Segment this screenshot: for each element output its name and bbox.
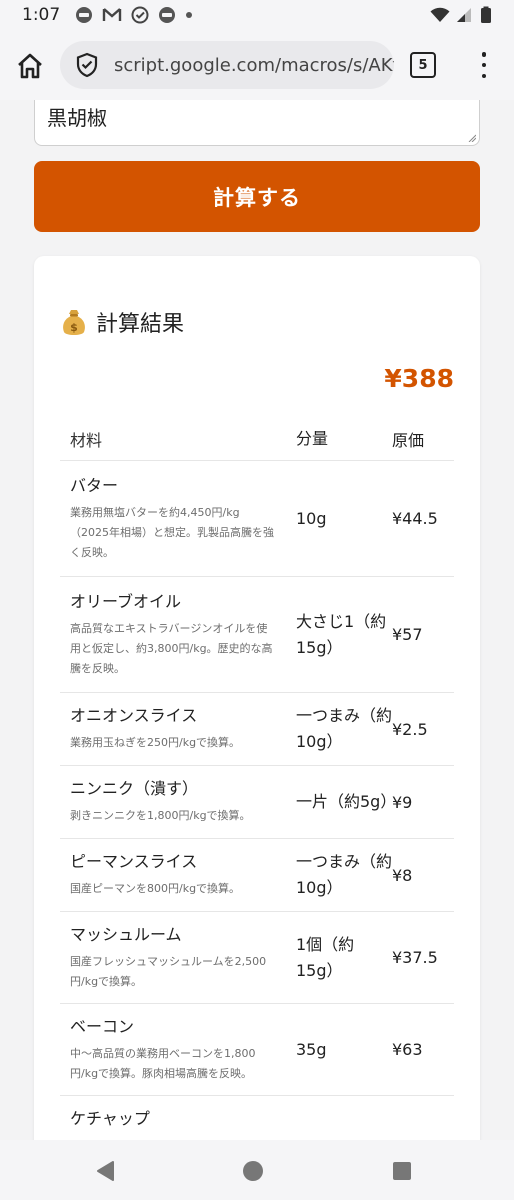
svg-text:$: $ (70, 321, 78, 334)
recents-button[interactable] (391, 1160, 413, 1182)
calculate-button[interactable]: 計算する (34, 161, 480, 232)
item-cost: ¥9 (392, 792, 413, 812)
tab-switcher-button[interactable]: 5 (410, 52, 436, 78)
textarea-value: 黒胡椒 (47, 106, 107, 130)
item-name: オニオンスライス (70, 706, 198, 725)
item-cost: ¥57 (392, 625, 423, 644)
item-cost: ¥32 (392, 1108, 454, 1140)
back-triangle-icon (97, 1161, 114, 1181)
address-bar[interactable]: script.google.com/macros/s/AKfy (60, 41, 394, 89)
dot-icon (481, 52, 487, 57)
table-header: 材料 分量 原価 (60, 418, 454, 461)
dot-icon (481, 73, 487, 78)
table-row: ベーコン中〜高品質の業務用ベーコンを1,800円/kgで換算。豚肉相場高騰を反映… (60, 1004, 454, 1096)
total-cost: ¥388 (384, 364, 454, 393)
money-bag-icon: $ (63, 310, 85, 335)
item-note: 中〜高品質の業務用ベーコンを1,800円/kgで換算。豚肉相場高騰を反映。 (70, 1046, 256, 1080)
more-notifications-dot-icon (185, 11, 193, 19)
resize-grip-icon[interactable] (468, 134, 476, 142)
navigation-bar (0, 1140, 514, 1200)
item-note: 国産フレッシュマッシュルームを2,500円/kgで換算。 (70, 954, 267, 988)
item-note: 高品質なエキストラバージンオイルを使用と仮定し、約3,800円/kg。歴史的な高… (70, 621, 273, 675)
item-amount: 一つまみ（約10g） (296, 852, 393, 897)
result-title: 計算結果 (96, 312, 185, 337)
web-page: 黒胡椒 計算する $ 計算結果 ¥388 材料 分量 原価 バター業務用無塩バタ… (0, 100, 514, 1140)
line-app-icon (75, 6, 93, 24)
header-cost: 原価 (392, 431, 425, 450)
item-amount: 80g (288, 1108, 392, 1140)
table-row: ピーマンスライス国産ピーマンを800円/kgで換算。 一つまみ（約10g） ¥8 (60, 839, 454, 912)
recents-square-icon (393, 1162, 411, 1180)
item-cost: ¥8 (392, 865, 413, 885)
item-amount: 一片（約5g） (296, 792, 397, 811)
header-material: 材料 (70, 431, 103, 450)
ingredients-textarea[interactable]: 黒胡椒 (34, 100, 480, 146)
gmail-icon (102, 7, 122, 23)
wifi-icon (430, 7, 450, 23)
table-row: オニオンスライス業務用玉ねぎを250円/kgで換算。 一つまみ（約10g） ¥2… (60, 693, 454, 766)
item-name: マッシュルーム (70, 924, 182, 944)
battery-icon (480, 6, 492, 24)
home-button[interactable] (14, 50, 46, 82)
item-name: オリーブオイル (70, 591, 182, 611)
header-amount: 分量 (296, 429, 329, 448)
item-cost: ¥63 (392, 1040, 423, 1059)
cost-table: 材料 分量 原価 バター業務用無塩バターを約4,450円/kg（2025年相場）… (60, 418, 454, 1140)
item-name: ニンニク（潰す） (70, 779, 199, 798)
signal-icon (456, 7, 474, 23)
dot-icon (481, 62, 487, 68)
item-amount: 1個（約15g） (296, 934, 355, 980)
item-name: ベーコン (70, 1016, 135, 1036)
item-amount: 一つまみ（約10g） (296, 706, 393, 751)
status-bar: 1:07 (0, 0, 514, 30)
back-button[interactable] (94, 1160, 116, 1182)
table-row: ケチャップ 80g ¥32 (60, 1096, 454, 1140)
home-nav-button[interactable] (242, 1160, 264, 1182)
item-name: ケチャップ (70, 1109, 150, 1128)
table-row: ニンニク（潰す） 剥きニンニクを1,800円/kgで換算。 一片（約5g） ¥9 (60, 766, 454, 839)
item-amount: 10g (296, 508, 327, 528)
table-row: マッシュルーム国産フレッシュマッシュルームを2,500円/kgで換算。 1個（約… (60, 912, 454, 1004)
result-heading: $ 計算結果 (60, 306, 184, 338)
item-name: ピーマンスライス (70, 852, 198, 871)
line-app-icon-2 (158, 6, 176, 24)
item-note: 業務用無塩バターを約4,450円/kg（2025年相場）と想定。乳製品高騰を強く… (70, 505, 274, 559)
item-amount: 35g (296, 1039, 327, 1059)
item-note: 剥きニンニクを1,800円/kgで換算。 (70, 809, 251, 822)
shield-check-icon[interactable] (74, 52, 100, 78)
check-circle-icon (131, 6, 149, 24)
home-icon (18, 53, 42, 79)
table-row: オリーブオイル高品質なエキストラバージンオイルを使用と仮定し、約3,800円/k… (60, 577, 454, 693)
overflow-menu-button[interactable] (474, 50, 494, 80)
item-cost: ¥44.5 (392, 509, 438, 528)
table-row: バター業務用無塩バターを約4,450円/kg（2025年相場）と想定。乳製品高騰… (60, 461, 454, 577)
item-cost: ¥2.5 (392, 719, 428, 739)
browser-toolbar: script.google.com/macros/s/AKfy 5 (0, 30, 514, 100)
status-time: 1:07 (22, 5, 61, 25)
item-name: バター (70, 475, 119, 495)
item-note: 業務用玉ねぎを250円/kgで換算。 (70, 736, 241, 749)
result-card: $ 計算結果 ¥388 材料 分量 原価 バター業務用無塩バターを約4,450円… (34, 256, 480, 1140)
url-text: script.google.com/macros/s/AKfy (114, 54, 394, 76)
item-amount: 大さじ1（約15g） (296, 611, 387, 657)
item-note: 国産ピーマンを800円/kgで換算。 (70, 882, 241, 895)
item-cost: ¥37.5 (392, 948, 438, 967)
home-circle-icon (243, 1161, 263, 1181)
